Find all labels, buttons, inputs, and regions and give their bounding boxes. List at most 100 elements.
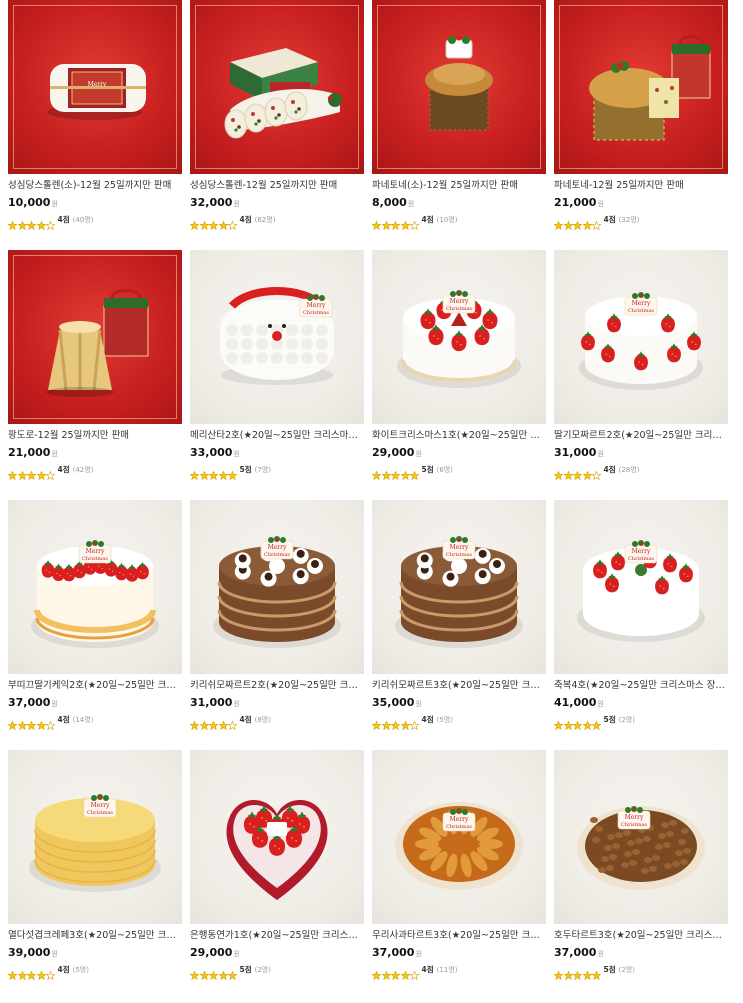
product-name[interactable]: 파네토네(소)-12월 25일까지만 판매 [372, 179, 544, 192]
product-rating: 4점 (10명) [371, 213, 546, 231]
product-card[interactable]: 파네토네(소)-12월 25일까지만 판매 8,000원 4점 (10명) [371, 0, 546, 250]
star-filled-icon [399, 715, 411, 731]
currency-unit: 원 [51, 200, 58, 208]
product-name[interactable]: 화이트크리스마스1호(★20일~25일만 크리스마스 장식) [372, 429, 544, 442]
review-count: (8명) [254, 715, 271, 724]
star-filled-icon [591, 965, 602, 981]
rating-stars [189, 965, 238, 981]
product-name[interactable]: 키리쉬모짜르트3호(★20일~25일만 크리스마스 장식) [372, 679, 544, 692]
product-card[interactable]: MerryChristmas 화이트크리스마스1호(★20일~25일만 크리스마스… [371, 250, 546, 500]
product-image[interactable] [190, 0, 364, 174]
product-image[interactable]: Merry Christmas [190, 500, 364, 674]
svg-text:Merry: Merry [307, 302, 326, 309]
product-image[interactable]: Merry Christmas [372, 500, 546, 674]
currency-unit: 원 [597, 450, 604, 458]
product-image[interactable]: Merry Christmas [554, 750, 728, 924]
star-filled-icon [399, 465, 411, 481]
currency-unit: 원 [597, 200, 604, 208]
product-name[interactable]: 부띠끄딸기케익2호(★20일~25일만 크리스마스 장식) [8, 679, 180, 692]
product-card[interactable]: MerryChristmas 우리사과타르트3호(★20일~25일만 크리스마스 … [371, 750, 546, 1000]
svg-text:Merry: Merry [91, 802, 110, 809]
product-name[interactable]: 딸기모짜르트2호(★20일~25일만 크리스마스 장식) [554, 429, 726, 442]
product-price-row: 31,000원 [554, 444, 728, 461]
stollen-illustration [224, 48, 342, 139]
product-card[interactable]: 팡도로-12월 25일까지만 판매 21,000원 4점 (42명) [7, 250, 182, 500]
product-name[interactable]: 열다섯겹크레페3호(★20일~25일만 크리스마스 장식) [8, 929, 180, 942]
product-image[interactable]: Merry Christmas [554, 250, 728, 424]
white-christmas-cake-illustration: MerryChristmas [397, 290, 521, 388]
product-image[interactable] [190, 750, 364, 924]
product-card[interactable]: MerryChristmas 호두타르트3호(★20일~25일만 크리스마스 장식… [553, 750, 728, 1000]
kirsch-mozart-cake-large-illustration: MerryChristmas [395, 536, 523, 648]
product-name[interactable]: 성심당스톨렌-12월 25일까지만 판매 [190, 179, 362, 192]
product-image[interactable]: Merry Christmas [8, 750, 182, 924]
star-filled-icon [371, 215, 382, 231]
star-filled-icon [217, 965, 229, 981]
product-name[interactable]: 축복4호(★20일~25일만 크리스마스 장식) [554, 679, 726, 692]
review-count: (32명) [618, 215, 640, 224]
currency-unit: 원 [233, 200, 240, 208]
review-count: (5명) [72, 965, 89, 974]
product-image[interactable] [554, 0, 728, 174]
product-image[interactable]: Merry Christmas [190, 250, 364, 424]
rating-score: 5점 [421, 465, 434, 474]
product-price-row: 32,000원 [190, 194, 364, 211]
product-price: 29,000 [190, 946, 233, 959]
product-price: 41,000 [554, 696, 597, 709]
product-card[interactable]: Merry Christmas 축복4호(★20일~25일만 크리스마스 장식) 41… [553, 500, 728, 750]
product-card[interactable]: MerryChristmas 키리쉬모짜르트2호(★20일~25일만 크리스마스 … [189, 500, 364, 750]
rating-score: 4점 [603, 215, 616, 224]
review-count: (5명) [436, 715, 453, 724]
product-price-row: 37,000원 [8, 694, 182, 711]
product-price: 37,000 [372, 946, 415, 959]
product-image[interactable] [8, 250, 182, 424]
product-image[interactable] [372, 0, 546, 174]
product-card[interactable]: Merry 성심당스톨렌(소)-12월 25일까지만 판매 10,000원 4점 (40… [7, 0, 182, 250]
rating-score: 4점 [57, 715, 70, 724]
rating-score: 4점 [421, 965, 434, 974]
product-name[interactable]: 우리사과타르트3호(★20일~25일만 크리스마스 장식) [372, 929, 544, 942]
product-card[interactable]: MerryChristmas 메리산타2호(★20일~25일만 크리스마스 장식)… [189, 250, 364, 500]
svg-text:Christmas: Christmas [628, 308, 654, 314]
svg-text:Merry: Merry [450, 298, 469, 305]
product-name[interactable]: 성심당스톨렌(소)-12월 25일까지만 판매 [8, 179, 180, 192]
product-price: 39,000 [8, 946, 51, 959]
rating-stars [553, 215, 602, 231]
star-filled-icon [553, 715, 564, 731]
rating-stars [371, 965, 420, 981]
product-card[interactable]: MerryChristmas 딸기모짜르트2호(★20일~25일만 크리스마스 장… [553, 250, 728, 500]
product-image[interactable]: Merry Christmas [8, 500, 182, 674]
star-empty-icon [45, 465, 56, 481]
product-image[interactable]: Merry [8, 0, 182, 174]
star-filled-icon [227, 965, 238, 981]
product-name[interactable]: 은행동연가1호(★20일~25일만 크리스마스 장식) [190, 929, 362, 942]
product-card[interactable]: 파네토네-12월 25일까지만 판매 21,000원 4점 (32명) [553, 0, 728, 250]
star-filled-icon [189, 715, 200, 731]
rating-score: 4점 [57, 215, 70, 224]
product-card[interactable]: MerryChristmas 열다섯겹크레페3호(★20일~25일만 크리스마스 … [7, 750, 182, 1000]
product-card[interactable]: 은행동연가1호(★20일~25일만 크리스마스 장식) 29,000원 5점(2명) [189, 750, 364, 1000]
product-image[interactable]: Merry Christmas [372, 250, 546, 424]
star-filled-icon [227, 465, 238, 481]
star-filled-icon [35, 715, 47, 731]
star-filled-icon [390, 715, 401, 731]
product-image[interactable]: Merry Christmas [372, 750, 546, 924]
star-filled-icon [26, 965, 37, 981]
rating-score: 4점 [421, 215, 434, 224]
review-count: (14명) [72, 715, 94, 724]
product-card[interactable]: MerryChristmas 키리쉬모짜르트3호(★20일~25일만 크리스마스 … [371, 500, 546, 750]
star-filled-icon [581, 965, 593, 981]
product-rating: 4점 (32명) [553, 213, 728, 231]
rating-score: 5점 [603, 965, 616, 974]
currency-unit: 원 [51, 700, 58, 708]
star-filled-icon [7, 965, 18, 981]
product-card[interactable]: MerryChristmas 부띠끄딸기케익2호(★20일~25일만 크리스마스 … [7, 500, 182, 750]
currency-unit: 원 [51, 950, 58, 958]
product-name[interactable]: 파네토네-12월 25일까지만 판매 [554, 179, 726, 192]
product-name[interactable]: 팡도로-12월 25일까지만 판매 [8, 429, 180, 442]
product-card[interactable]: 성심당스톨렌-12월 25일까지만 판매 32,000원 4점 (62명) [189, 0, 364, 250]
product-name[interactable]: 호두타르트3호(★20일~25일만 크리스마스 장식) [554, 929, 726, 942]
product-name[interactable]: 키리쉬모짜르트2호(★20일~25일만 크리스마스 장식) [190, 679, 362, 692]
product-image[interactable]: Merry Christmas [554, 500, 728, 674]
product-name[interactable]: 메리산타2호(★20일~25일만 크리스마스 장식) [190, 429, 362, 442]
